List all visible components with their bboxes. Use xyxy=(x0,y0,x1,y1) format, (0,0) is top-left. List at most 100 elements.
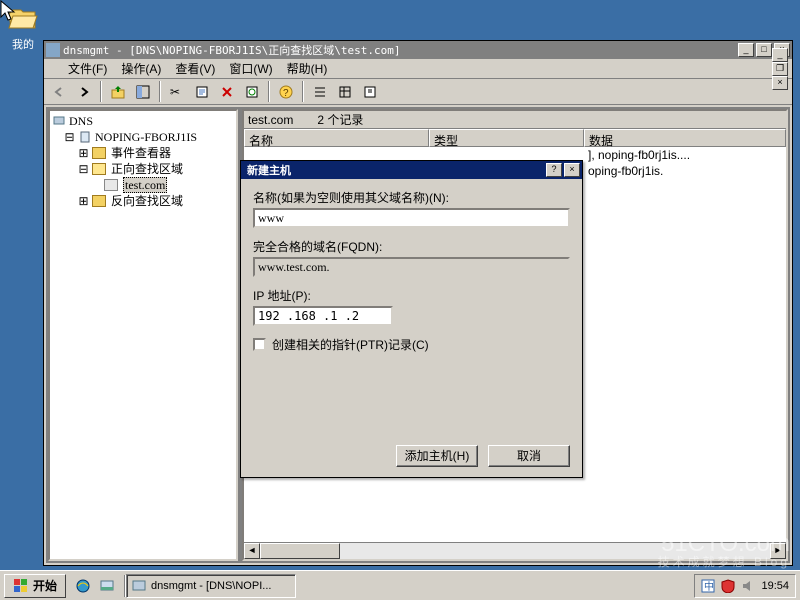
zone-icon xyxy=(104,179,118,191)
dialog-titlebar[interactable]: 新建主机 ? × xyxy=(241,161,582,179)
delete-button[interactable] xyxy=(216,81,238,102)
details-icon xyxy=(338,85,352,99)
taskbar-app-button[interactable]: dnsmgmt - [DNS\NOPI... xyxy=(126,574,296,598)
cancel-button[interactable]: 取消 xyxy=(488,445,570,467)
fqdn-display: www.test.com. xyxy=(253,257,570,277)
tree-reverse-zones[interactable]: ⊞ 反向查找区域 xyxy=(52,193,234,209)
collapse-icon[interactable]: ⊟ xyxy=(64,129,75,145)
ie-icon xyxy=(75,578,91,594)
ptr-checkbox[interactable] xyxy=(253,338,266,351)
arrow-left-icon xyxy=(53,86,65,98)
list-record-count: 2 个记录 xyxy=(317,111,363,128)
system-tray[interactable]: 中 19:54 xyxy=(694,574,796,598)
tree-event-viewer[interactable]: ⊞ 事件查看器 xyxy=(52,145,234,161)
detail-view-button[interactable] xyxy=(334,81,356,102)
arrow-right-icon xyxy=(78,86,90,98)
tray-volume-icon[interactable] xyxy=(741,579,755,593)
mdi-close-button[interactable]: × xyxy=(772,76,788,90)
start-button[interactable]: 开始 xyxy=(4,574,66,598)
refresh-button[interactable] xyxy=(241,81,263,102)
hostname-input[interactable] xyxy=(253,208,570,228)
forward-button[interactable] xyxy=(73,81,95,102)
windows-flag-icon xyxy=(13,578,29,594)
show-desktop-icon xyxy=(99,578,115,594)
tree-zone-testcom[interactable]: test.com xyxy=(52,177,234,193)
label-ip: IP 地址(P): xyxy=(253,287,570,304)
tree-pane-icon xyxy=(136,85,150,99)
tree-forward-zones[interactable]: ⊟ 正向查找区域 xyxy=(52,161,234,177)
folder-icon xyxy=(92,147,106,159)
scroll-thumb[interactable] xyxy=(260,543,340,559)
menu-file[interactable]: 文件(F) xyxy=(62,58,113,79)
expand-icon[interactable]: ⊞ xyxy=(78,145,89,161)
list-view-button[interactable] xyxy=(309,81,331,102)
toolbar: ✂ ? xyxy=(44,79,792,105)
properties-icon xyxy=(195,85,209,99)
help-icon: ? xyxy=(279,85,293,99)
label-ptr: 创建相关的指针(PTR)记录(C) xyxy=(272,336,429,353)
back-button[interactable] xyxy=(48,81,70,102)
tree-server[interactable]: ⊟ NOPING-FBORJ1IS xyxy=(52,129,234,145)
add-host-button[interactable]: 添加主机(H) xyxy=(396,445,478,467)
ql-ie[interactable] xyxy=(72,575,94,597)
minimize-button[interactable]: _ xyxy=(738,43,754,57)
expand-icon[interactable]: ⊞ xyxy=(78,193,89,209)
task-label: dnsmgmt - [DNS\NOPI... xyxy=(151,580,271,592)
mdi-restore-button[interactable]: ❐ xyxy=(772,62,788,76)
watermark: 51CTO.com 技术成就梦想 Blog xyxy=(658,532,790,568)
refresh-icon xyxy=(245,85,259,99)
menu-help[interactable]: 帮助(H) xyxy=(281,58,334,79)
ql-desktop[interactable] xyxy=(96,575,118,597)
properties-button[interactable] xyxy=(191,81,213,102)
col-type[interactable]: 类型 xyxy=(429,129,584,147)
cut-button[interactable]: ✂ xyxy=(166,81,188,102)
app-icon xyxy=(46,43,60,57)
list-summary: test.com 2 个记录 xyxy=(244,111,786,129)
dialog-help-button[interactable]: ? xyxy=(546,163,562,177)
folder-up-icon xyxy=(111,85,125,99)
tree-pane[interactable]: DNS ⊟ NOPING-FBORJ1IS ⊞ 事件查看器 ⊟ 正向查找区域 xyxy=(48,109,238,561)
collapse-icon[interactable]: ⊟ xyxy=(78,161,89,177)
menu-view[interactable]: 查看(V) xyxy=(169,58,221,79)
maximize-button[interactable]: □ xyxy=(756,43,772,57)
cursor-arrow-icon xyxy=(0,0,18,24)
col-data[interactable]: 数据 xyxy=(584,129,786,147)
taskbar: 开始 dnsmgmt - [DNS\NOPI... 中 19:54 xyxy=(0,570,800,600)
menu-action[interactable]: 操作(A) xyxy=(115,58,167,79)
filter-icon xyxy=(363,85,377,99)
delete-x-icon xyxy=(221,86,233,98)
start-label: 开始 xyxy=(33,577,57,594)
window-titlebar[interactable]: dnsmgmt - [DNS\NOPING-FBORJ1IS\正向查找区域\te… xyxy=(44,41,792,59)
row-data: oping-fb0rj1is. xyxy=(588,164,663,178)
mdi-sys-icon[interactable] xyxy=(48,58,60,79)
label-fqdn: 完全合格的域名(FQDN): xyxy=(253,238,570,255)
window-title: dnsmgmt - [DNS\NOPING-FBORJ1IS\正向查找区域\te… xyxy=(63,42,738,58)
label-hostname: 名称(如果为空则使用其父域名称)(N): xyxy=(253,189,570,206)
svg-text:中: 中 xyxy=(704,580,714,593)
tree-root-dns[interactable]: DNS xyxy=(52,113,234,129)
tray-ime-icon[interactable]: 中 xyxy=(701,579,715,593)
show-tree-button[interactable] xyxy=(132,81,154,102)
menu-window[interactable]: 窗口(W) xyxy=(223,58,278,79)
folder-icon xyxy=(92,195,106,207)
scissors-icon: ✂ xyxy=(170,85,184,99)
watermark-sub: 技术成就梦想 Blog xyxy=(658,556,790,568)
list-columns: 名称 类型 数据 xyxy=(244,129,786,147)
watermark-main: 51CTO.com xyxy=(658,532,790,556)
quick-launch xyxy=(72,575,118,597)
help-button[interactable]: ? xyxy=(275,81,297,102)
mdi-minimize-button[interactable]: _ xyxy=(772,48,788,62)
filter-button[interactable] xyxy=(359,81,381,102)
scroll-left-button[interactable]: ◄ xyxy=(244,543,260,559)
svg-text:?: ? xyxy=(283,88,289,99)
server-icon xyxy=(78,130,92,144)
dialog-close-button[interactable]: × xyxy=(564,163,580,177)
col-name[interactable]: 名称 xyxy=(244,129,429,147)
up-button[interactable] xyxy=(107,81,129,102)
svg-text:✂: ✂ xyxy=(170,85,180,99)
list-zone-name: test.com xyxy=(248,113,293,127)
desktop-icon-label: 我的 xyxy=(12,39,34,51)
list-icon xyxy=(313,85,327,99)
ip-address-input[interactable]: 192 .168 .1 .2 xyxy=(253,306,393,326)
tray-shield-icon[interactable] xyxy=(721,579,735,593)
